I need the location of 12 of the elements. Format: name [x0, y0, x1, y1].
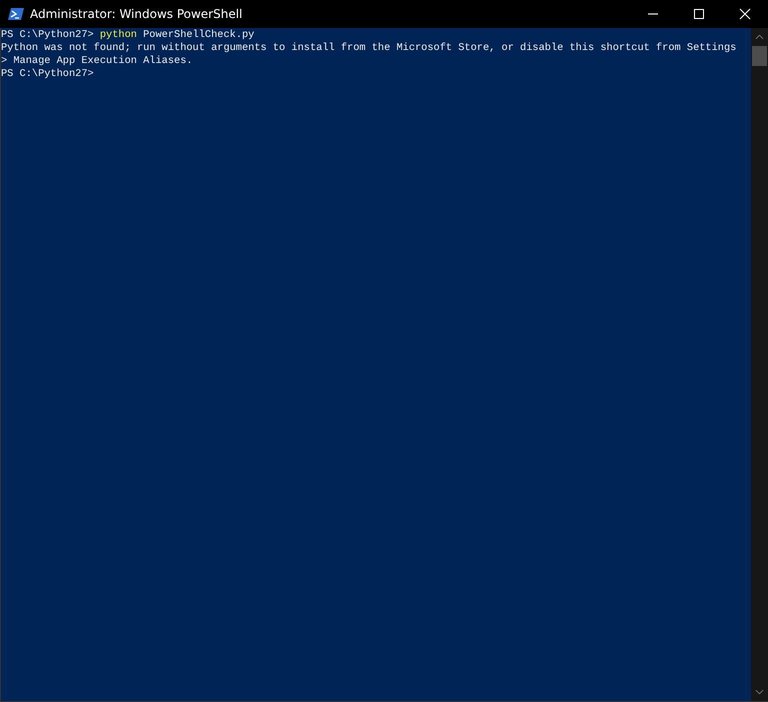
scroll-down-icon[interactable] [755, 689, 764, 695]
powershell-icon [8, 6, 24, 22]
scroll-thumb[interactable] [752, 46, 767, 66]
window-title: Administrator: Windows PowerShell [30, 7, 244, 21]
scrollbar[interactable] [751, 28, 768, 701]
console-line: Python was not found; run without arguments to install from the Microsoft Store, or disable this shortcut from Settings [1, 42, 736, 55]
console-line: > Manage App Execution Aliases. [1, 55, 193, 68]
close-icon [739, 8, 751, 20]
console-line: PS C:\Python27> [1, 68, 94, 81]
maximize-icon [693, 8, 705, 20]
scroll-up-icon[interactable] [755, 34, 764, 40]
console-line: PS C:\Python27> python PowerShellCheck.py [1, 29, 254, 42]
